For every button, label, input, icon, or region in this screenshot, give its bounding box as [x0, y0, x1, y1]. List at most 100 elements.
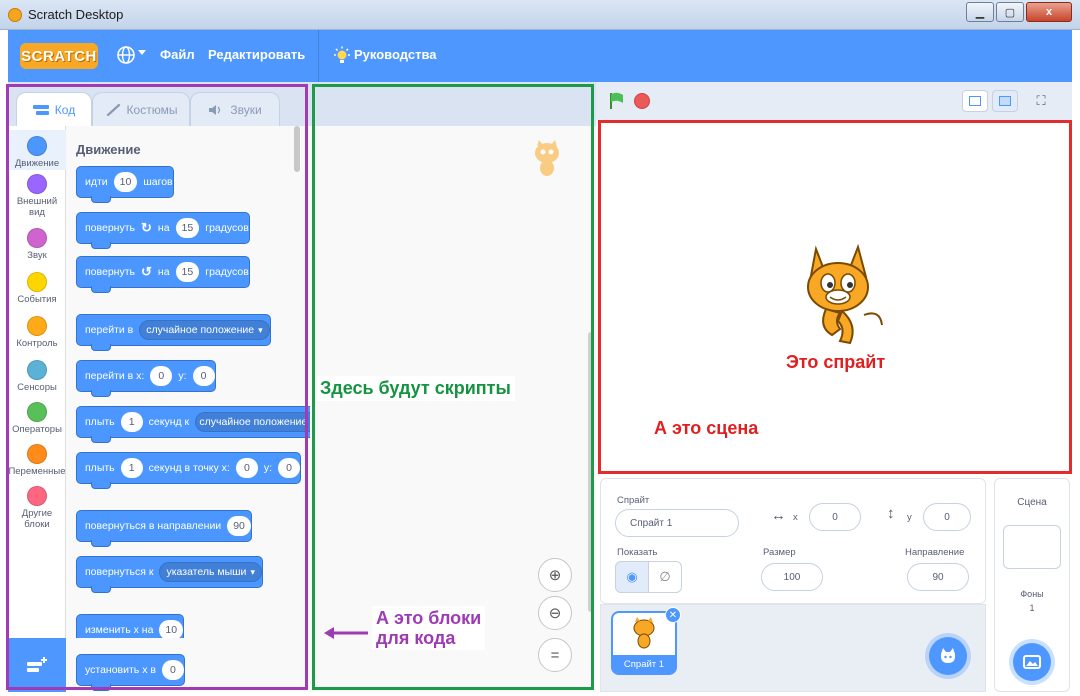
green-flag-icon[interactable] — [608, 92, 626, 110]
add-sprite-button[interactable] — [929, 637, 967, 675]
block-input[interactable]: 90 — [227, 516, 251, 536]
category-events[interactable]: События — [8, 272, 66, 312]
show-label: Показать — [617, 547, 658, 558]
category-motion[interactable]: Движение — [8, 130, 66, 170]
block-text: повернуть — [85, 222, 135, 234]
block-input[interactable]: 10 — [113, 172, 138, 192]
zoom-in-button[interactable]: ⊕ — [538, 558, 572, 592]
window-title: Scratch Desktop — [28, 7, 124, 22]
category-sound[interactable]: Звук — [8, 228, 66, 268]
block-input[interactable]: 0 — [235, 458, 258, 478]
block-goto-xy[interactable]: перейти в x: 0 y: 0 — [76, 360, 216, 397]
category-label: Внешний вид — [16, 196, 58, 218]
stage-target-pane[interactable]: Сцена Фоны 1 — [994, 478, 1070, 692]
size-input[interactable]: 100 — [761, 563, 823, 591]
fullscreen-button[interactable]: ⛶ — [1028, 90, 1054, 112]
block-text: секунд в точку x: — [148, 462, 230, 474]
block-dropdown[interactable]: указатель мыши — [159, 562, 262, 582]
tab-costumes[interactable]: Костюмы — [92, 92, 190, 126]
block-goto[interactable]: перейти в случайное положение — [76, 314, 271, 351]
annotation-blocks-line2: для кода — [376, 628, 456, 648]
category-control[interactable]: Контроль — [8, 316, 66, 356]
y-position-input[interactable]: 0 — [923, 503, 971, 531]
category-operators[interactable]: Операторы — [8, 402, 66, 442]
block-turn-left[interactable]: повернуть ↺ на 15 градусов — [76, 256, 250, 293]
hide-sprite-button[interactable]: ∅ — [648, 561, 682, 593]
palette-heading: Движение — [76, 142, 141, 157]
window-titlebar: Scratch Desktop ▁ ▢ x — [0, 0, 1080, 30]
block-input[interactable]: 1 — [120, 412, 143, 432]
stop-button[interactable] — [634, 93, 650, 109]
add-sprite-cat-icon — [940, 648, 956, 663]
block-text: повернуться к — [85, 566, 154, 578]
backdrops-count: 1 — [1029, 603, 1035, 613]
block-point-direction[interactable]: повернуться в направлении 90 — [76, 510, 252, 547]
block-dropdown[interactable]: случайное положение — [195, 412, 310, 432]
block-set-x[interactable]: установить х в 0 — [76, 654, 185, 691]
block-input[interactable]: 15 — [175, 218, 200, 238]
block-text: плыть — [85, 416, 115, 428]
block-input[interactable]: 10 — [159, 620, 184, 638]
category-variables[interactable]: Переменные — [8, 444, 66, 484]
small-stage-button[interactable] — [962, 90, 988, 112]
add-extension-button[interactable] — [8, 638, 66, 692]
scratch-desktop-window: Scratch Desktop ▁ ▢ x SCRATCH Файл Редак… — [0, 0, 1080, 696]
cat-sprite[interactable] — [788, 241, 888, 351]
current-sprite-watermark — [535, 140, 559, 176]
palette-scrollbar[interactable] — [294, 126, 300, 172]
sprite-name-input[interactable]: Спрайт 1 — [615, 509, 739, 537]
block-point-towards[interactable]: повернуться к указатель мыши — [76, 556, 263, 593]
annotation-stage: А это сцена — [654, 418, 759, 438]
delete-sprite-icon[interactable]: ✕ — [665, 607, 681, 623]
category-label: Другие блоки — [21, 508, 53, 530]
variables-dot-icon — [27, 444, 47, 464]
x-position-input[interactable]: 0 — [809, 503, 861, 531]
menu-edit[interactable]: Редактировать — [208, 47, 305, 62]
block-glide-xy[interactable]: плыть 1 секунд в точку x: 0 y: 0 — [76, 452, 302, 489]
block-input[interactable]: 0 — [278, 458, 301, 478]
tab-code[interactable]: Код — [16, 92, 92, 126]
zoom-out-button[interactable]: ⊖ — [538, 596, 572, 630]
show-sprite-button[interactable]: ◉ — [615, 561, 649, 593]
category-looks[interactable]: Внешний вид — [8, 174, 66, 226]
menu-file[interactable]: Файл — [160, 47, 195, 62]
add-backdrop-button[interactable] — [1013, 643, 1051, 681]
block-glide-to[interactable]: плыть 1 секунд к случайное положение — [76, 406, 310, 443]
script-area-header — [310, 82, 596, 126]
sprite-list: ✕ Спрайт 1 — [600, 604, 986, 692]
minimize-button[interactable]: ▁ — [966, 2, 994, 22]
category-my-blocks[interactable]: Другие блоки — [8, 486, 66, 538]
block-input[interactable]: 0 — [161, 660, 184, 680]
block-dropdown[interactable]: случайное положение — [139, 320, 270, 340]
direction-input[interactable]: 90 — [907, 563, 969, 591]
large-stage-button[interactable] — [992, 90, 1018, 112]
zoom-reset-button[interactable]: = — [538, 638, 572, 672]
block-turn-right[interactable]: повернуть ↻ на 15 градусов — [76, 212, 250, 249]
tab-code-label: Код — [54, 102, 76, 117]
globe-icon[interactable] — [116, 45, 136, 65]
close-window-button[interactable]: x — [1026, 2, 1072, 22]
category-sensing[interactable]: Сенсоры — [8, 360, 66, 400]
block-text: повернуться в направлении — [85, 520, 222, 532]
tutorials-bulb-icon[interactable] — [332, 46, 352, 66]
size-label: Размер — [763, 547, 796, 558]
scratch-logo[interactable]: SCRATCH — [20, 43, 98, 69]
maximize-button[interactable]: ▢ — [996, 2, 1024, 22]
block-change-x[interactable]: изменить х на 10 — [76, 614, 185, 638]
operators-dot-icon — [27, 402, 47, 422]
script-area-scrollbar[interactable] — [588, 332, 594, 612]
sprite-tile[interactable]: ✕ Спрайт 1 — [611, 607, 681, 675]
block-input[interactable]: 0 — [150, 366, 173, 386]
block-input[interactable]: 1 — [120, 458, 143, 478]
tab-sounds[interactable]: Звуки — [190, 92, 280, 126]
block-input[interactable]: 15 — [175, 262, 200, 282]
category-label: События — [17, 294, 57, 305]
menu-tutorials[interactable]: Руководства — [354, 47, 437, 62]
add-extension-icon — [27, 657, 47, 672]
sound-dot-icon — [27, 228, 47, 248]
stage-thumbnail[interactable] — [1003, 525, 1061, 569]
language-caret-icon[interactable] — [138, 50, 146, 55]
block-input[interactable]: 0 — [192, 366, 215, 386]
block-move-steps[interactable]: идти 10 шагов — [76, 166, 174, 203]
sensing-dot-icon — [27, 360, 47, 380]
